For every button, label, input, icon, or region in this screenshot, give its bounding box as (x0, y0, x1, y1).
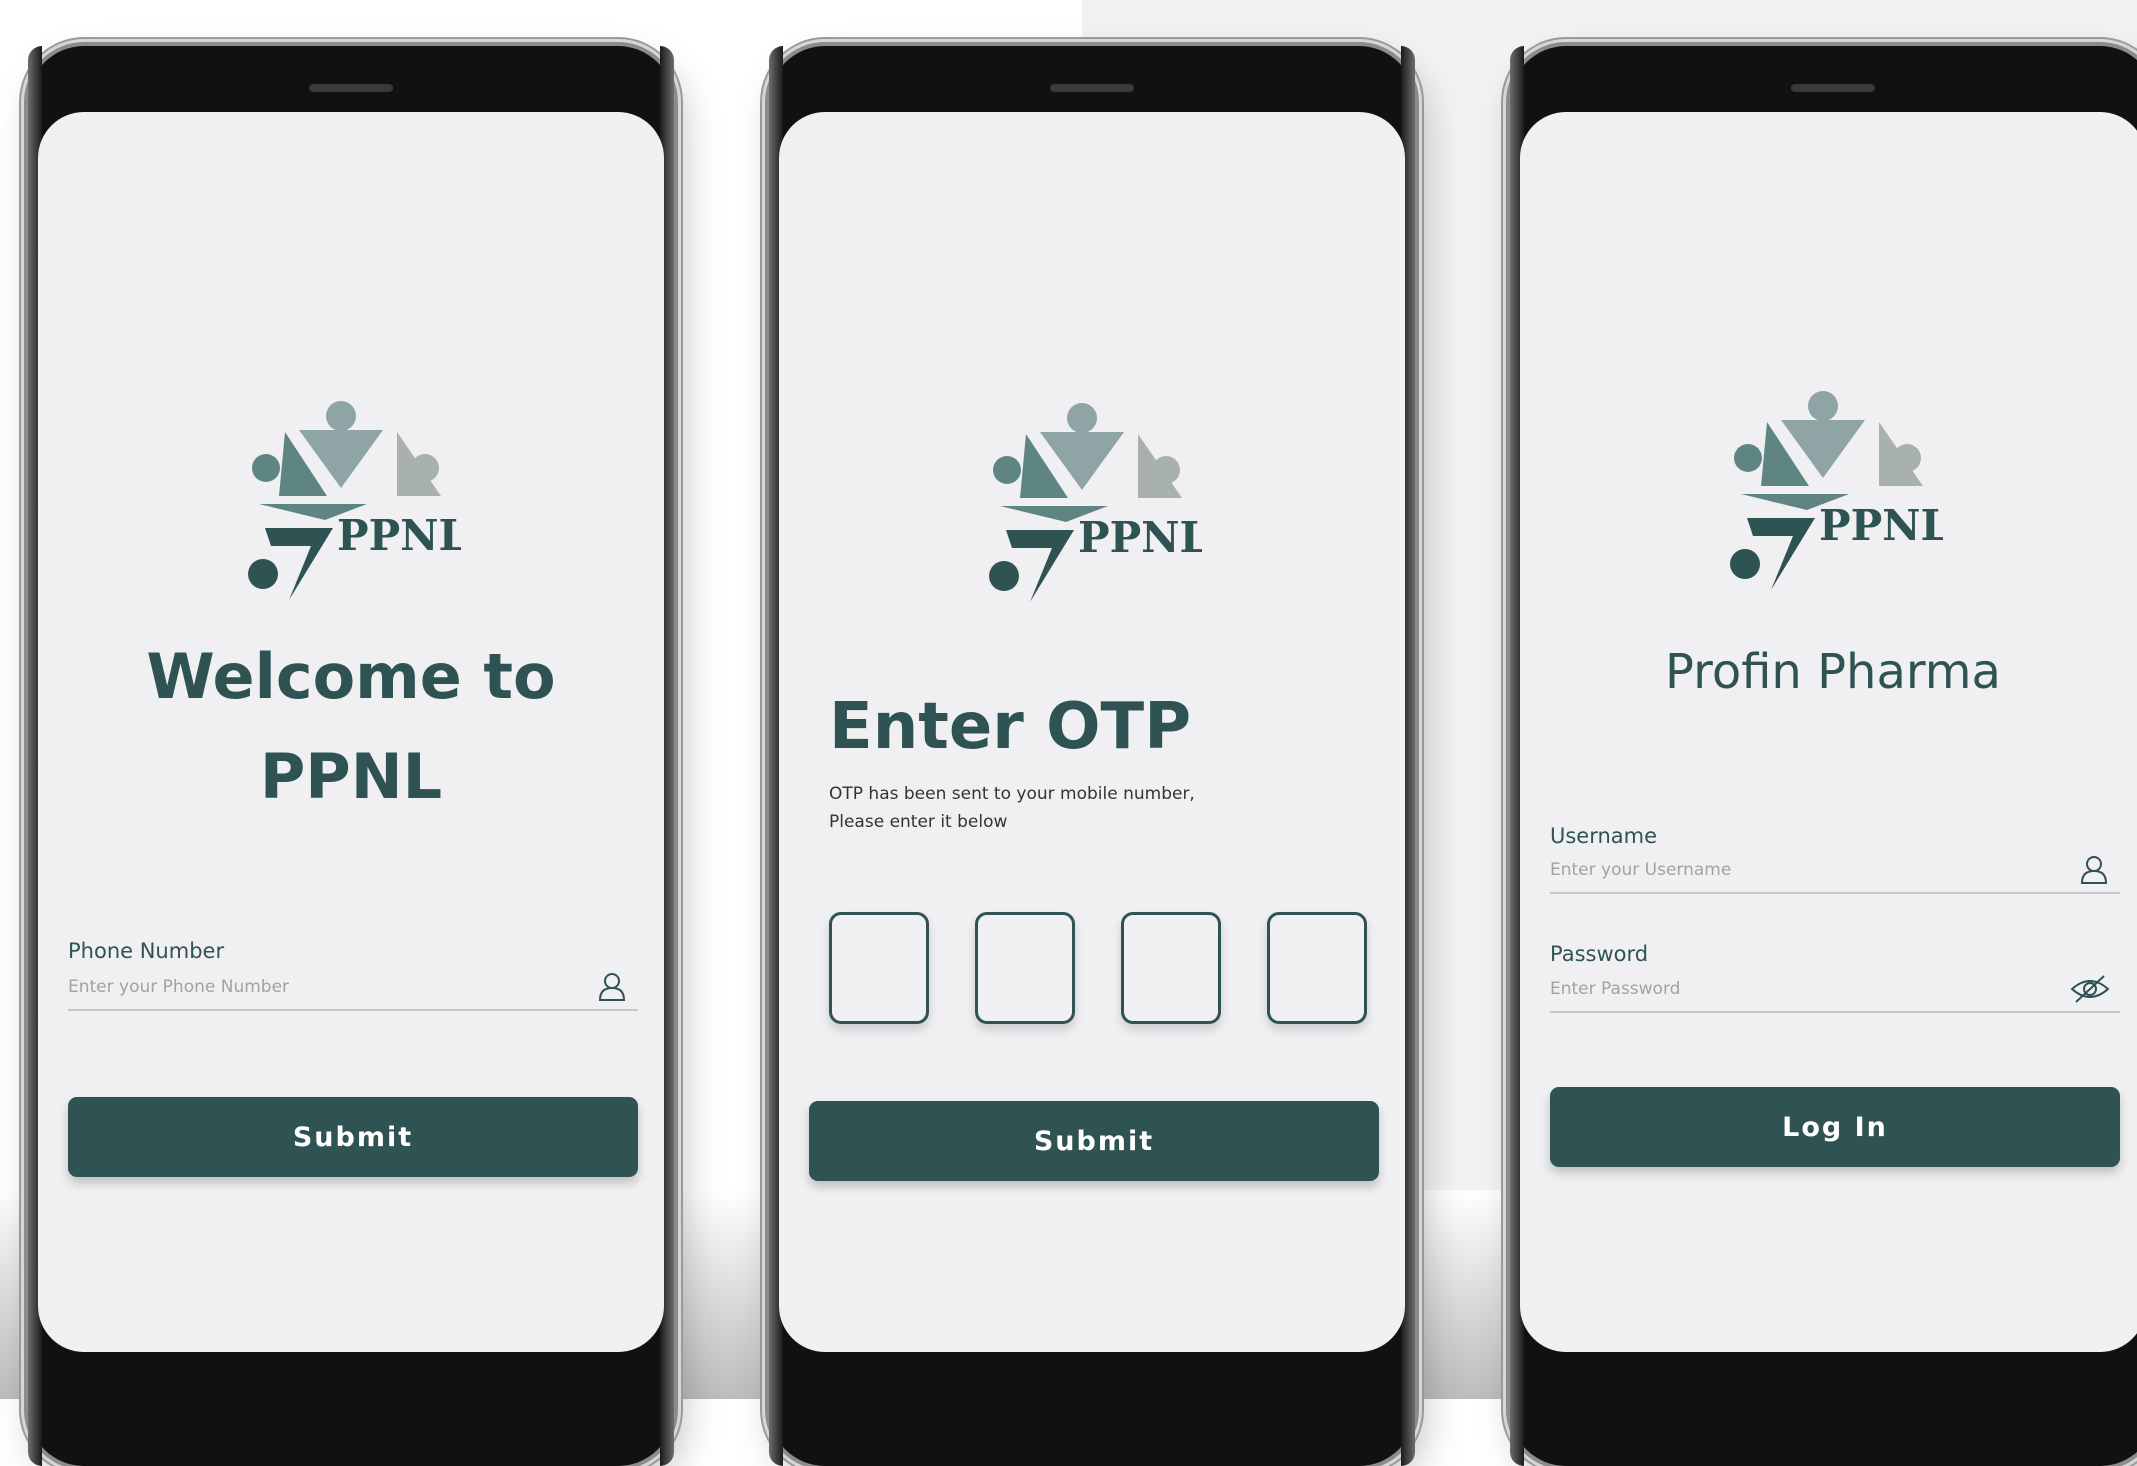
otp-digit-4[interactable] (1267, 912, 1367, 1024)
speaker-grille (309, 84, 393, 92)
logo-text: PPNL (1078, 513, 1202, 562)
username-field (1550, 852, 2120, 894)
logo-text: PPNL (337, 511, 461, 560)
ppnl-logo: PPNL (1730, 391, 1943, 590)
otp-digit-3[interactable] (1121, 912, 1221, 1024)
user-icon (598, 973, 626, 1001)
username-input[interactable] (1550, 852, 2052, 888)
phone-input[interactable] (68, 969, 570, 1005)
otp-digit-1[interactable] (829, 912, 929, 1024)
welcome-title-line1: Welcome to (146, 640, 556, 713)
password-label: Password (1550, 942, 1649, 966)
otp-screen: PPNL Enter OTP OTP has been sent to your… (779, 112, 1405, 1352)
login-button[interactable]: Log In (1550, 1087, 2120, 1167)
phone-welcome: PPNL Welcome to PPNL Phone Number Submit (28, 46, 674, 1466)
otp-title: Enter OTP (829, 690, 1192, 764)
password-input[interactable] (1550, 971, 2052, 1007)
ppnl-logo: PPNL (248, 401, 461, 600)
user-icon (2080, 856, 2108, 884)
login-title: Profin Pharma (1665, 644, 2001, 700)
otp-digit-2[interactable] (975, 912, 1075, 1024)
password-field (1550, 971, 2120, 1013)
login-screen: PPNL Profin Pharma Username Password Log… (1520, 112, 2137, 1352)
logo-text: PPNL (1819, 501, 1943, 550)
speaker-grille (1791, 84, 1875, 92)
welcome-screen: PPNL Welcome to PPNL Phone Number Submit (38, 112, 664, 1352)
submit-button[interactable]: Submit (809, 1101, 1379, 1181)
phone-field (68, 969, 638, 1011)
ppnl-logo: PPNL (989, 403, 1202, 602)
phone-otp: PPNL Enter OTP OTP has been sent to your… (769, 46, 1415, 1466)
otp-subtitle-line2: Please enter it below (829, 812, 1008, 832)
phone-login: PPNL Profin Pharma Username Password Log… (1510, 46, 2137, 1466)
submit-button[interactable]: Submit (68, 1097, 638, 1177)
otp-subtitle-line1: OTP has been sent to your mobile number, (829, 784, 1195, 804)
username-label: Username (1550, 824, 1658, 848)
welcome-title-line2: PPNL (259, 740, 443, 813)
eye-off-icon[interactable] (2070, 973, 2110, 1005)
phone-label: Phone Number (68, 939, 225, 963)
speaker-grille (1050, 84, 1134, 92)
